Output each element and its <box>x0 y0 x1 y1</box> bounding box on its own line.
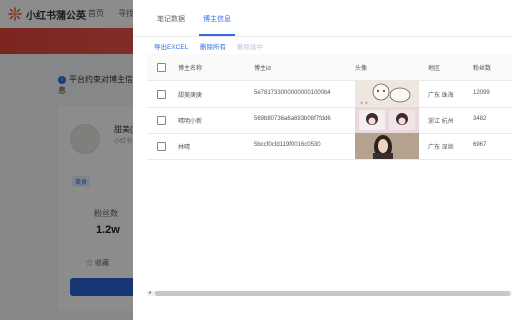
table-row: 晴明小新 569b80736a6a693b08f7fdd6 浙江 杭州 3482 <box>147 107 512 134</box>
delete-selected-button[interactable]: 删除选中 <box>237 41 263 51</box>
drawer-tabs: 笔记数据 博主信息 <box>133 0 512 37</box>
blogger-id: 5e7817330000000001000b4 <box>254 90 331 96</box>
table-header: 博主名称 博主id 头像 地区 粉丝数 <box>147 54 512 81</box>
col-fans: 粉丝数 <box>473 66 492 72</box>
blogger-id: 569b80736a6a693b08f7fdd6 <box>254 116 331 122</box>
row-checkbox[interactable] <box>157 116 166 125</box>
table-toolbar: 导出EXCEL 删除所有 删除选中 <box>133 36 512 54</box>
region: 广东 深圳 <box>428 145 454 151</box>
table-row: 林晴 5bccf0cfd119f0016c0530 广东 深圳 6967 <box>147 133 512 160</box>
blogger-name: 甜美庚庚 <box>178 93 203 99</box>
region: 广东 珠海 <box>428 93 454 99</box>
row-checkbox[interactable] <box>157 142 166 151</box>
data-drawer: 笔记数据 博主信息 导出EXCEL 删除所有 删除选中 博主名称 博主id 头像… <box>133 0 512 320</box>
col-region: 地区 <box>428 66 441 72</box>
avatar-thumbnail: ∗ ∗ <box>355 80 419 107</box>
horizontal-scrollbar-thumb[interactable] <box>155 291 510 296</box>
delete-all-button[interactable]: 删除所有 <box>200 41 226 51</box>
avatar-thumbnail <box>355 107 419 133</box>
blogger-name: 林晴 <box>178 145 191 151</box>
table-row: 甜美庚庚 5e7817330000000001000b4 ∗ ∗ 广东 珠海 1… <box>147 80 512 108</box>
export-excel-button[interactable]: 导出EXCEL <box>154 41 188 51</box>
svg-text:∗ ∗: ∗ ∗ <box>360 100 368 105</box>
tab-blogger-info[interactable]: 博主信息 <box>203 14 231 24</box>
scroll-left-arrow-icon[interactable]: ◂ <box>148 289 151 296</box>
select-all-checkbox[interactable] <box>157 63 166 72</box>
fans-count: 12099 <box>473 90 490 96</box>
row-checkbox[interactable] <box>157 90 166 99</box>
avatar-thumbnail <box>355 133 419 159</box>
region: 浙江 杭州 <box>428 119 454 125</box>
fans-count: 6967 <box>473 142 487 148</box>
col-id: 博主id <box>254 66 271 72</box>
fans-count: 3482 <box>473 116 487 122</box>
blogger-id: 5bccf0cfd119f0016c0530 <box>254 142 321 148</box>
tab-notes-data[interactable]: 笔记数据 <box>157 14 185 24</box>
blogger-name: 晴明小新 <box>178 119 203 125</box>
col-name: 博主名称 <box>178 66 203 72</box>
col-avatar: 头像 <box>355 66 368 72</box>
